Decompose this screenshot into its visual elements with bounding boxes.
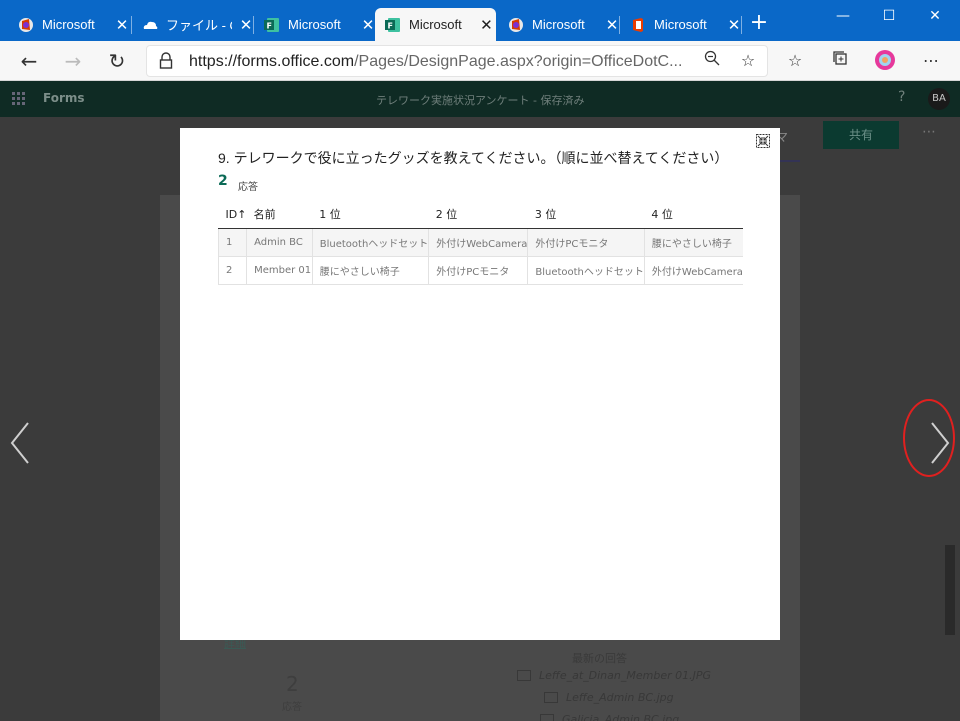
lock-icon xyxy=(159,52,173,69)
app-launcher-icon[interactable] xyxy=(12,92,26,106)
question-title: 9. テレワークで役に立ったグッズを教えてください。（順に並べ替えてください） xyxy=(218,150,729,166)
refresh-icon[interactable]: ↻ xyxy=(105,49,129,73)
more-options-icon[interactable]: ⋯ xyxy=(922,124,936,140)
browser-tab-2[interactable]: ファイル - O ✕ xyxy=(132,8,256,41)
url-host: https://forms.office.com xyxy=(189,53,355,70)
svg-text:F: F xyxy=(388,21,393,30)
image-file-icon xyxy=(544,692,558,703)
tab-label: Microsoft xyxy=(654,17,707,32)
responses-table: ID↑ 名前 1 位 2 位 3 位 4 位 1 Admin BC Blueto… xyxy=(217,201,743,285)
table-row: 2 Member 01 腰にやさしい椅子 外付けPCモニタ Bluetoothヘ… xyxy=(217,256,743,285)
cell-name: Member 01 xyxy=(246,256,313,285)
browser-tab-strip: Microsoft ✕ ファイル - O ✕ F Microsoft ✕ F M… xyxy=(0,0,960,41)
cell-name: Admin BC xyxy=(246,228,313,257)
tab-underline xyxy=(780,160,800,162)
latest-responses-label: 最新の回答 xyxy=(572,652,627,665)
form-title: テレワーク実施状況アンケート - 保存済み xyxy=(376,94,585,107)
file-name: Galicia_Admin BC.jpg xyxy=(562,713,680,721)
back-arrow-icon[interactable]: ← xyxy=(17,49,41,73)
more-menu-icon[interactable]: ⋯ xyxy=(919,49,943,73)
image-file-icon xyxy=(540,714,554,721)
modal-response-label: 応答 xyxy=(238,182,258,193)
url-path: /Pages/DesignPage.aspx?origin=OfficeDotC… xyxy=(354,53,683,70)
user-avatar[interactable]: BA xyxy=(928,88,950,110)
office-orange-icon xyxy=(630,17,646,33)
column-header-rank4[interactable]: 4 位 xyxy=(644,201,743,229)
browser-tab-6[interactable]: Microsoft ✕ xyxy=(620,8,744,41)
office-red-icon xyxy=(508,17,524,33)
close-icon[interactable]: ✕ xyxy=(112,16,132,34)
address-bar[interactable]: https://forms.office.com/Pages/DesignPag… xyxy=(146,45,768,77)
close-icon[interactable]: ✕ xyxy=(477,16,496,34)
file-name: Leffe_Admin BC.jpg xyxy=(566,691,674,704)
app-name: Forms xyxy=(43,91,85,105)
modal-response-count: 2 xyxy=(218,173,228,189)
browser-tab-4-active[interactable]: F Microsoft ✕ xyxy=(375,8,496,41)
browser-tab-5[interactable]: Microsoft ✕ xyxy=(498,8,622,41)
responses-detail-dialog: 9. テレワークで役に立ったグッズを教えてください。（順に並べ替えてください） … xyxy=(180,128,780,640)
tab-label: Microsoft xyxy=(532,17,585,32)
browser-tab-1[interactable]: Microsoft ✕ xyxy=(8,8,132,41)
share-button[interactable]: 共有 xyxy=(823,121,899,149)
cell-rank1: 腰にやさしい椅子 xyxy=(312,256,430,285)
forms-app-bar: Forms テレワーク実施状況アンケート - 保存済み ? BA xyxy=(0,81,960,117)
attachment-file: Leffe_at_Dinan_Member 01.JPG xyxy=(517,669,711,682)
browser-toolbar: ← → ↻ https://forms.office.com/Pages/Des… xyxy=(0,41,960,81)
highlight-annotation-circle xyxy=(903,399,955,477)
collapse-icon[interactable] xyxy=(756,133,770,148)
column-header-id[interactable]: ID↑ xyxy=(218,201,247,229)
forms-icon: F xyxy=(385,17,401,33)
image-file-icon xyxy=(517,670,531,681)
cell-id: 1 xyxy=(217,228,248,257)
tab-label: Microsoft xyxy=(42,17,95,32)
window-close-icon[interactable]: ✕ xyxy=(912,4,958,28)
minimize-icon[interactable]: — xyxy=(820,4,866,28)
cell-rank3: Bluetoothヘッドセット xyxy=(527,256,645,285)
collections-icon[interactable] xyxy=(828,49,852,73)
maximize-icon[interactable]: ☐ xyxy=(866,4,912,28)
table-header-row: ID↑ 名前 1 位 2 位 3 位 4 位 xyxy=(218,201,743,229)
column-header-rank3[interactable]: 3 位 xyxy=(527,201,645,229)
profile-avatar-icon[interactable] xyxy=(873,49,897,73)
tab-label: Microsoft xyxy=(288,17,341,32)
cell-rank1: Bluetoothヘッドセット xyxy=(312,228,430,257)
cell-rank3: 外付けPCモニタ xyxy=(527,228,645,257)
attachment-file: Galicia_Admin BC.jpg xyxy=(540,713,679,721)
tab-label: ファイル - O xyxy=(166,18,232,33)
tab-divider xyxy=(741,16,742,34)
favorites-list-icon[interactable]: ☆ xyxy=(783,49,807,73)
favorite-star-icon[interactable]: ☆ xyxy=(736,49,760,73)
cell-id: 2 xyxy=(217,256,248,285)
column-header-rank1[interactable]: 1 位 xyxy=(312,201,429,229)
new-tab-icon[interactable]: + xyxy=(748,12,770,34)
response-label: 応答 xyxy=(282,702,302,713)
office-red-icon xyxy=(18,17,34,33)
scrollbar-thumb[interactable] xyxy=(945,545,955,635)
tab-label: Microsoft xyxy=(409,17,462,32)
column-header-name[interactable]: 名前 xyxy=(246,201,313,229)
file-name: Leffe_at_Dinan_Member 01.JPG xyxy=(539,669,712,682)
svg-text:F: F xyxy=(267,21,272,30)
previous-question-chevron-icon[interactable] xyxy=(8,419,32,467)
cell-rank4: 外付けWebCamera xyxy=(644,256,743,285)
attachment-file: Leffe_Admin BC.jpg xyxy=(544,691,674,704)
cell-rank2: 外付けPCモニタ xyxy=(428,256,529,285)
zoom-icon[interactable] xyxy=(700,49,724,73)
browser-tab-3[interactable]: F Microsoft ✕ xyxy=(254,8,378,41)
column-header-rank2[interactable]: 2 位 xyxy=(428,201,528,229)
help-icon[interactable]: ? xyxy=(898,89,905,105)
onedrive-cloud-icon xyxy=(142,17,158,33)
cell-rank2: 外付けWebCamera xyxy=(428,228,529,257)
url-text: https://forms.office.com/Pages/DesignPag… xyxy=(189,53,689,71)
forward-arrow-icon[interactable]: → xyxy=(61,49,85,73)
forms-icon: F xyxy=(264,17,280,33)
cell-rank4: 腰にやさしい椅子 xyxy=(644,228,743,257)
table-row: 1 Admin BC Bluetoothヘッドセット 外付けWebCamera … xyxy=(217,228,743,257)
response-count: 2 xyxy=(286,672,299,696)
